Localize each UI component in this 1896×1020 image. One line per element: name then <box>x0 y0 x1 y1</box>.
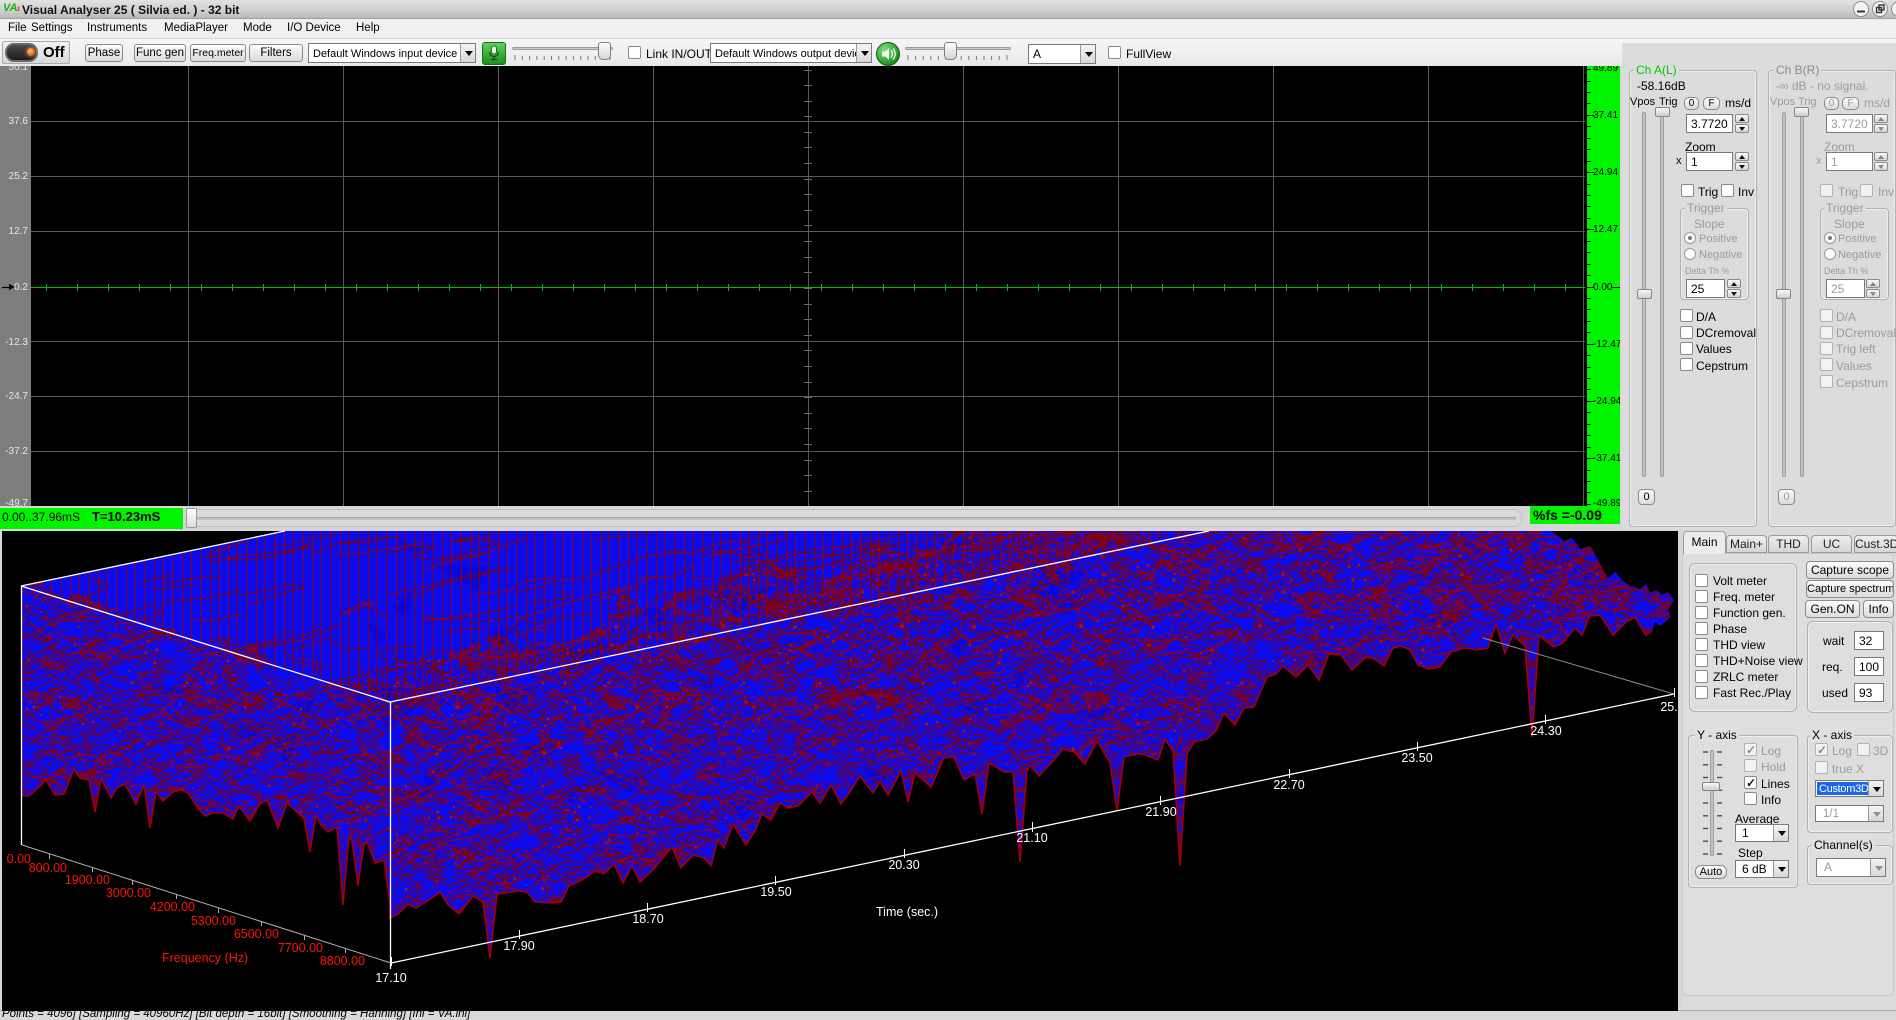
svg-text:12.7: 12.7 <box>9 226 29 237</box>
svg-text:0.00: 0.00 <box>1593 282 1613 293</box>
svg-text:-49.89: -49.89 <box>1593 498 1620 506</box>
svg-text:25.10: 25.10 <box>1660 700 1678 714</box>
svg-text:800.00: 800.00 <box>29 861 67 875</box>
svg-text:49.89: 49.89 <box>1593 66 1618 74</box>
svg-text:4200.00: 4200.00 <box>150 900 195 914</box>
svg-text:0.00: 0.00 <box>7 852 31 866</box>
svg-text:23.50: 23.50 <box>1401 751 1432 765</box>
svg-text:5300.00: 5300.00 <box>191 914 236 928</box>
svg-text:-24.94: -24.94 <box>1593 396 1620 407</box>
svg-text:18.70: 18.70 <box>632 912 663 926</box>
svg-text:-24.7: -24.7 <box>5 391 28 402</box>
svg-text:21.10: 21.10 <box>1016 831 1047 845</box>
svg-text:-37.41: -37.41 <box>1593 453 1620 464</box>
svg-text:3000.00: 3000.00 <box>106 886 151 900</box>
svg-text:0.2: 0.2 <box>14 282 28 293</box>
svg-text:17.90: 17.90 <box>503 939 534 953</box>
svg-text:21.90: 21.90 <box>1145 805 1176 819</box>
svg-text:7700.00: 7700.00 <box>278 941 323 955</box>
svg-text:37.41: 37.41 <box>1593 110 1618 121</box>
svg-text:6500.00: 6500.00 <box>234 927 279 941</box>
svg-text:-12.3: -12.3 <box>5 337 28 348</box>
svg-text:1900.00: 1900.00 <box>65 873 110 887</box>
svg-text:50.1: 50.1 <box>9 66 29 73</box>
svg-text:12.47: 12.47 <box>1593 224 1618 235</box>
svg-text:37.6: 37.6 <box>9 116 29 127</box>
svg-text:17.10: 17.10 <box>375 971 406 985</box>
svg-text:20.30: 20.30 <box>888 858 919 872</box>
svg-text:24.94: 24.94 <box>1593 167 1618 178</box>
svg-text:-37.2: -37.2 <box>5 446 28 457</box>
svg-text:25.2: 25.2 <box>9 171 29 182</box>
svg-text:-49.7: -49.7 <box>5 498 28 506</box>
svg-text:24.30: 24.30 <box>1530 724 1561 738</box>
svg-text:19.50: 19.50 <box>760 885 791 899</box>
svg-text:8800.00: 8800.00 <box>320 954 365 968</box>
svg-text:22.70: 22.70 <box>1273 778 1304 792</box>
svg-text:Time (sec.): Time (sec.) <box>876 905 938 919</box>
svg-text:Frequency (Hz): Frequency (Hz) <box>162 951 248 965</box>
svg-text:-12.47: -12.47 <box>1593 339 1620 350</box>
